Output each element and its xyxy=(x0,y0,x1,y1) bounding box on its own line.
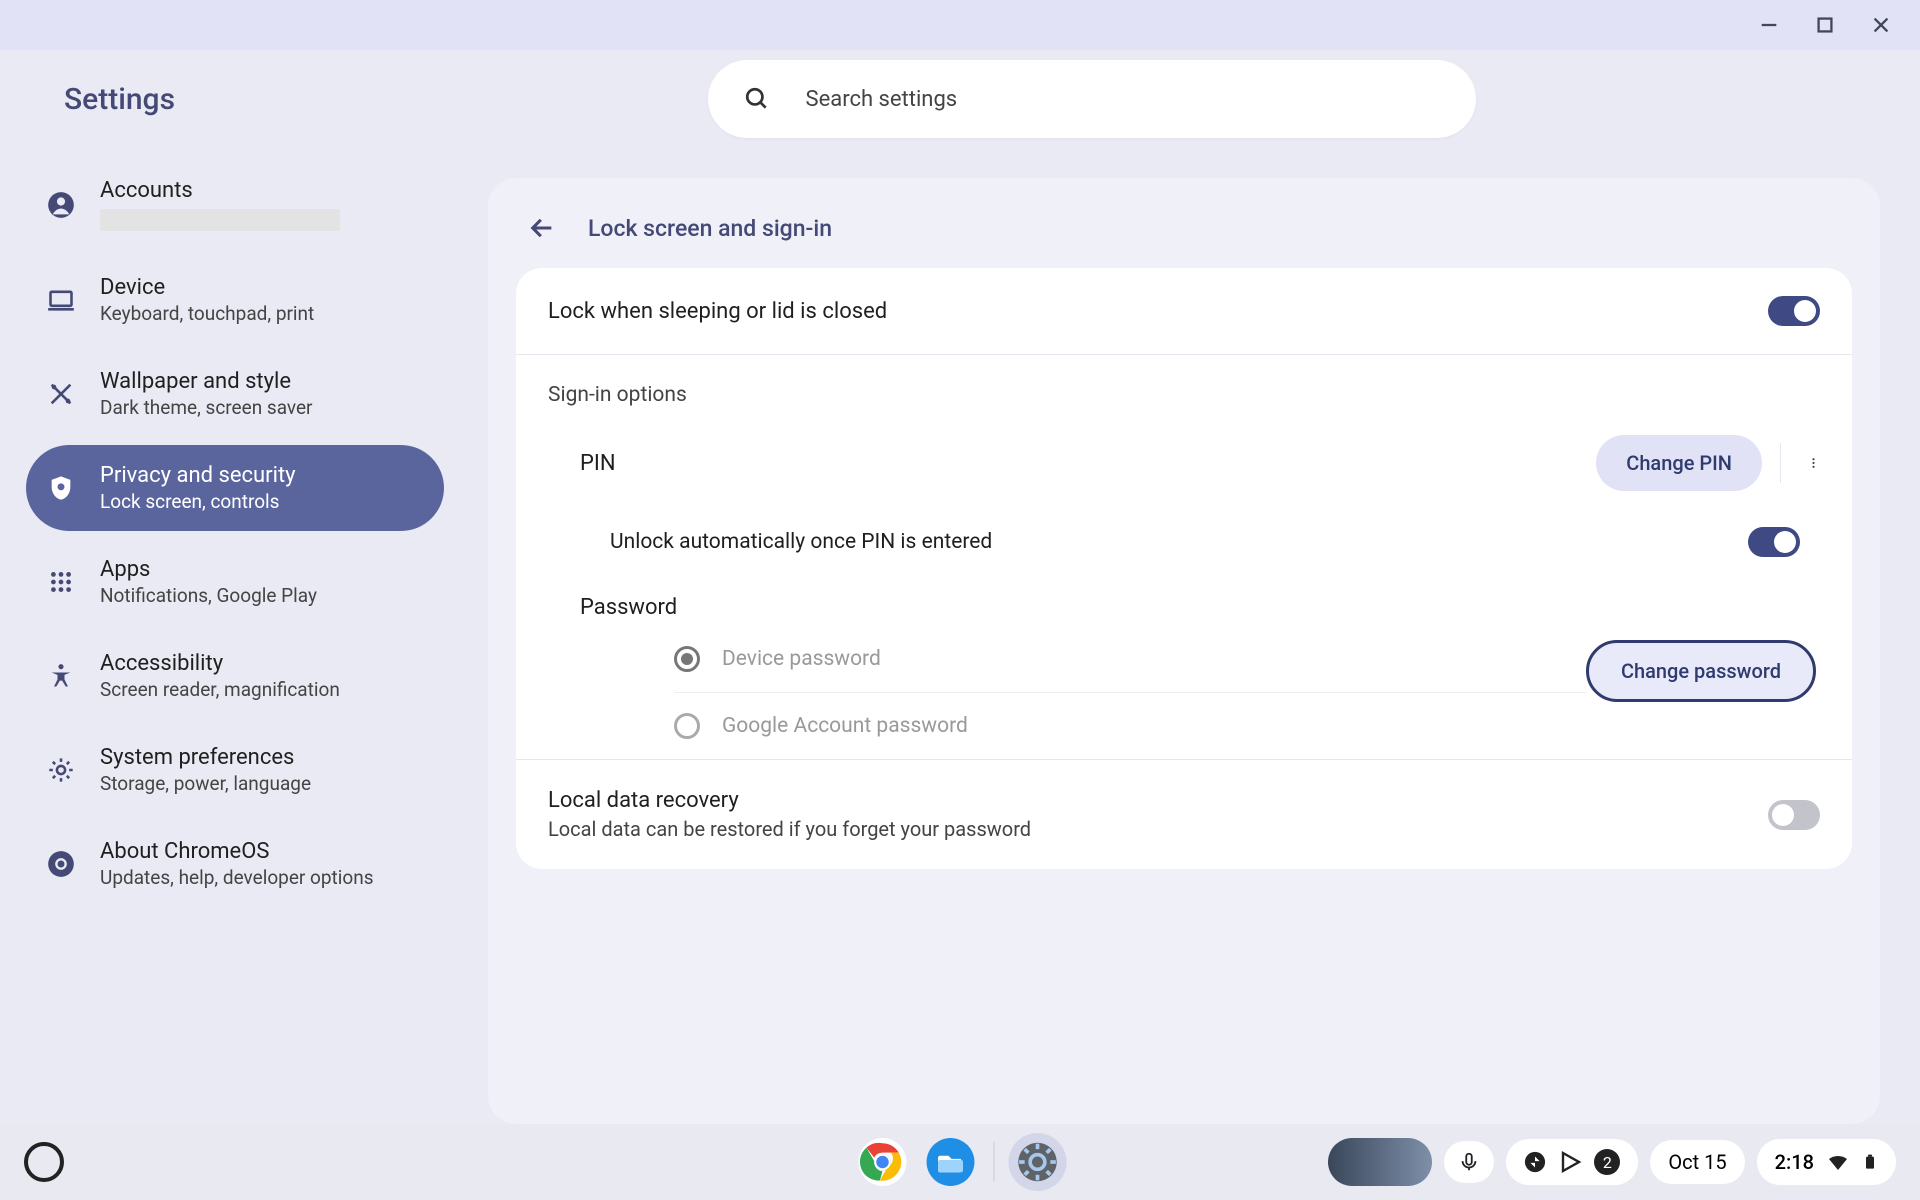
sidebar-item-privacy[interactable]: Privacy and security Lock screen, contro… xyxy=(26,445,444,531)
launcher-button[interactable] xyxy=(24,1142,64,1182)
sidebar-item-apps[interactable]: Apps Notifications, Google Play xyxy=(26,539,444,625)
auto-unlock-label: Unlock automatically once PIN is entered xyxy=(610,530,992,554)
notification-badge: 2 xyxy=(1594,1149,1620,1175)
maximize-icon[interactable] xyxy=(1814,14,1836,36)
sidebar-item-accessibility[interactable]: Accessibility Screen reader, magnificati… xyxy=(26,633,444,719)
change-password-button[interactable]: Change password xyxy=(1586,640,1816,702)
minimize-icon[interactable] xyxy=(1758,14,1780,36)
app-title: Settings xyxy=(64,82,175,117)
sidebar-item-sub: Dark theme, screen saver xyxy=(100,396,313,419)
sidebar-item-about[interactable]: About ChromeOS Updates, help, developer … xyxy=(26,821,444,907)
status-tray[interactable]: 2:18 xyxy=(1757,1139,1896,1185)
recovery-sub: Local data can be restored if you forget… xyxy=(548,817,1031,841)
sidebar-item-label: Accounts xyxy=(100,178,340,203)
shelf-app-chrome[interactable] xyxy=(854,1133,912,1191)
lock-sleep-label: Lock when sleeping or lid is closed xyxy=(548,299,887,324)
app-header: Settings xyxy=(0,50,1920,148)
brush-icon xyxy=(46,379,76,409)
wifi-icon xyxy=(1826,1150,1850,1174)
apps-grid-icon xyxy=(46,567,76,597)
recovery-toggle[interactable] xyxy=(1768,800,1820,830)
sidebar-item-label: Wallpaper and style xyxy=(100,369,313,394)
sidebar-item-label: Privacy and security xyxy=(100,463,296,488)
sidebar-item-sub: Screen reader, magnification xyxy=(100,678,340,701)
window-titlebar xyxy=(0,0,1920,50)
sidebar-item-sub: Keyboard, touchpad, print xyxy=(100,302,314,325)
sidebar-item-sub: Storage, power, language xyxy=(100,772,311,795)
sidebar-item-sub: Notifications, Google Play xyxy=(100,584,317,607)
sidebar: Accounts Device Keyboard, touchpad, prin… xyxy=(0,148,470,1124)
sidebar-item-sub: Lock screen, controls xyxy=(100,490,296,513)
close-icon[interactable] xyxy=(1870,14,1892,36)
shelf-divider xyxy=(994,1142,995,1182)
account-icon xyxy=(46,190,76,220)
search-icon xyxy=(744,86,770,112)
back-button[interactable] xyxy=(522,208,562,248)
shelf: 2 Oct 15 2:18 xyxy=(0,1124,1920,1200)
sidebar-item-label: Device xyxy=(100,275,314,300)
lock-sleep-toggle[interactable] xyxy=(1768,296,1820,326)
password-label: Password xyxy=(580,595,677,620)
shelf-app-files[interactable] xyxy=(922,1133,980,1191)
sidebar-item-label: Accessibility xyxy=(100,651,340,676)
shelf-time: 2:18 xyxy=(1775,1150,1814,1174)
accessibility-icon xyxy=(46,661,76,691)
sidebar-item-sub: Updates, help, developer options xyxy=(100,866,374,889)
radio-icon xyxy=(674,713,700,739)
search-bar[interactable] xyxy=(708,60,1476,138)
change-pin-button[interactable]: Change PIN xyxy=(1596,435,1762,491)
notifications-tray[interactable]: 2 xyxy=(1506,1139,1638,1185)
sidebar-item-accounts[interactable]: Accounts xyxy=(26,160,444,249)
signin-section-title: Sign-in options xyxy=(516,355,1852,417)
desk-thumbnail[interactable] xyxy=(1328,1138,1432,1186)
sidebar-item-label: System preferences xyxy=(100,745,311,770)
sidebar-item-label: About ChromeOS xyxy=(100,839,374,864)
battery-icon xyxy=(1862,1149,1878,1175)
password-option-device[interactable]: Device password xyxy=(674,626,1586,692)
shelf-app-settings[interactable] xyxy=(1009,1133,1067,1191)
sidebar-item-device[interactable]: Device Keyboard, touchpad, print xyxy=(26,257,444,343)
page-title: Lock screen and sign-in xyxy=(588,215,832,242)
auto-unlock-toggle[interactable] xyxy=(1748,527,1800,557)
date-tray[interactable]: Oct 15 xyxy=(1650,1140,1744,1184)
redacted-text xyxy=(100,209,340,231)
pin-more-button[interactable] xyxy=(1780,443,1820,483)
chrome-icon xyxy=(46,849,76,879)
sidebar-item-system[interactable]: System preferences Storage, power, langu… xyxy=(26,727,444,813)
sidebar-item-wallpaper[interactable]: Wallpaper and style Dark theme, screen s… xyxy=(26,351,444,437)
laptop-icon xyxy=(46,285,76,315)
pin-label: PIN xyxy=(580,451,616,476)
password-option-label: Device password xyxy=(722,647,881,671)
password-option-google[interactable]: Google Account password xyxy=(674,692,1586,759)
content-panel: Lock screen and sign-in Lock when sleepi… xyxy=(488,178,1880,1124)
recovery-title: Local data recovery xyxy=(548,788,1031,813)
gear-icon xyxy=(46,755,76,785)
search-input[interactable] xyxy=(806,87,1440,112)
shelf-date: Oct 15 xyxy=(1668,1150,1726,1174)
radio-icon xyxy=(674,646,700,672)
shield-icon xyxy=(46,473,76,503)
password-option-label: Google Account password xyxy=(722,714,968,738)
sidebar-item-label: Apps xyxy=(100,557,317,582)
dictation-button[interactable] xyxy=(1444,1141,1494,1183)
